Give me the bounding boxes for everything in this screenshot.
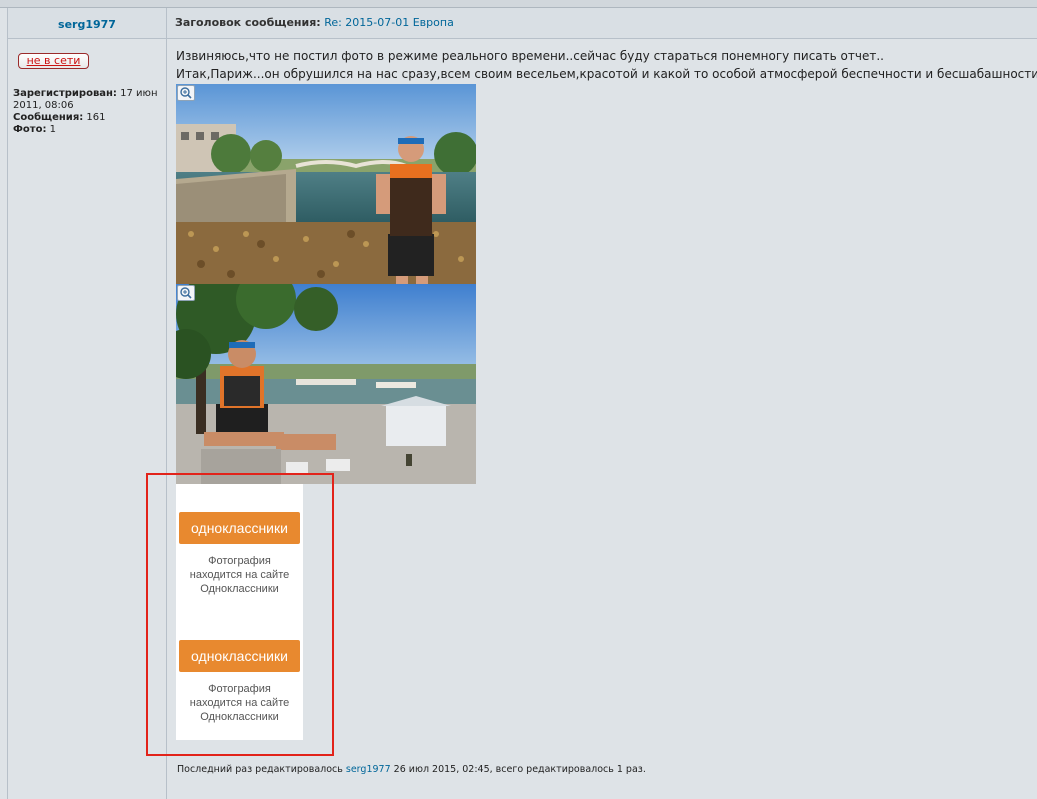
photo-seine-embankment[interactable]: [176, 284, 476, 484]
last-edited-note: Последний раз редактировалось serg1977 2…: [177, 764, 646, 775]
photos-label: Фото:: [13, 124, 47, 135]
subject-link[interactable]: Re: 2015-07-01 Европа: [324, 16, 454, 29]
edit-note-suffix: 26 июл 2015, 02:45, всего редактировалос…: [393, 764, 646, 775]
author-profile-column: не в сети Зарегистрирован: 17 июн 2011, …: [8, 39, 167, 799]
author-profile-info: Зарегистрирован: 17 июн 2011, 08:06 Сооб…: [13, 88, 163, 136]
zoom-icon[interactable]: [177, 85, 195, 101]
subject-label: Заголовок сообщения:: [175, 16, 321, 29]
message-body: Извиняюсь,что не постил фото в режиме ре…: [176, 47, 1037, 83]
photo-paris-bridge[interactable]: [176, 84, 476, 284]
post-header: serg1977 Заголовок сообщения: Re: 2015-0…: [8, 8, 1037, 39]
zoom-icon[interactable]: [177, 285, 195, 301]
message-line-2: Итак,Париж...он обрушился на нас сразу,в…: [176, 67, 1037, 81]
photos-value: 1: [49, 124, 57, 135]
author-cell: serg1977: [8, 8, 167, 38]
messages-value: 161: [86, 112, 106, 123]
author-name-link[interactable]: serg1977: [58, 18, 116, 31]
registered-label: Зарегистрирован:: [13, 88, 117, 99]
messages-label: Сообщения:: [13, 112, 84, 123]
post-subject: Заголовок сообщения: Re: 2015-07-01 Евро…: [175, 8, 454, 38]
edit-note-user-link[interactable]: serg1977: [346, 764, 391, 775]
edit-note-prefix: Последний раз редактировалось: [177, 764, 343, 775]
message-line-1: Извиняюсь,что не постил фото в режиме ре…: [176, 49, 884, 63]
highlight-box: [146, 473, 334, 756]
top-divider: [0, 0, 1037, 8]
offline-status-button[interactable]: не в сети: [18, 53, 89, 69]
